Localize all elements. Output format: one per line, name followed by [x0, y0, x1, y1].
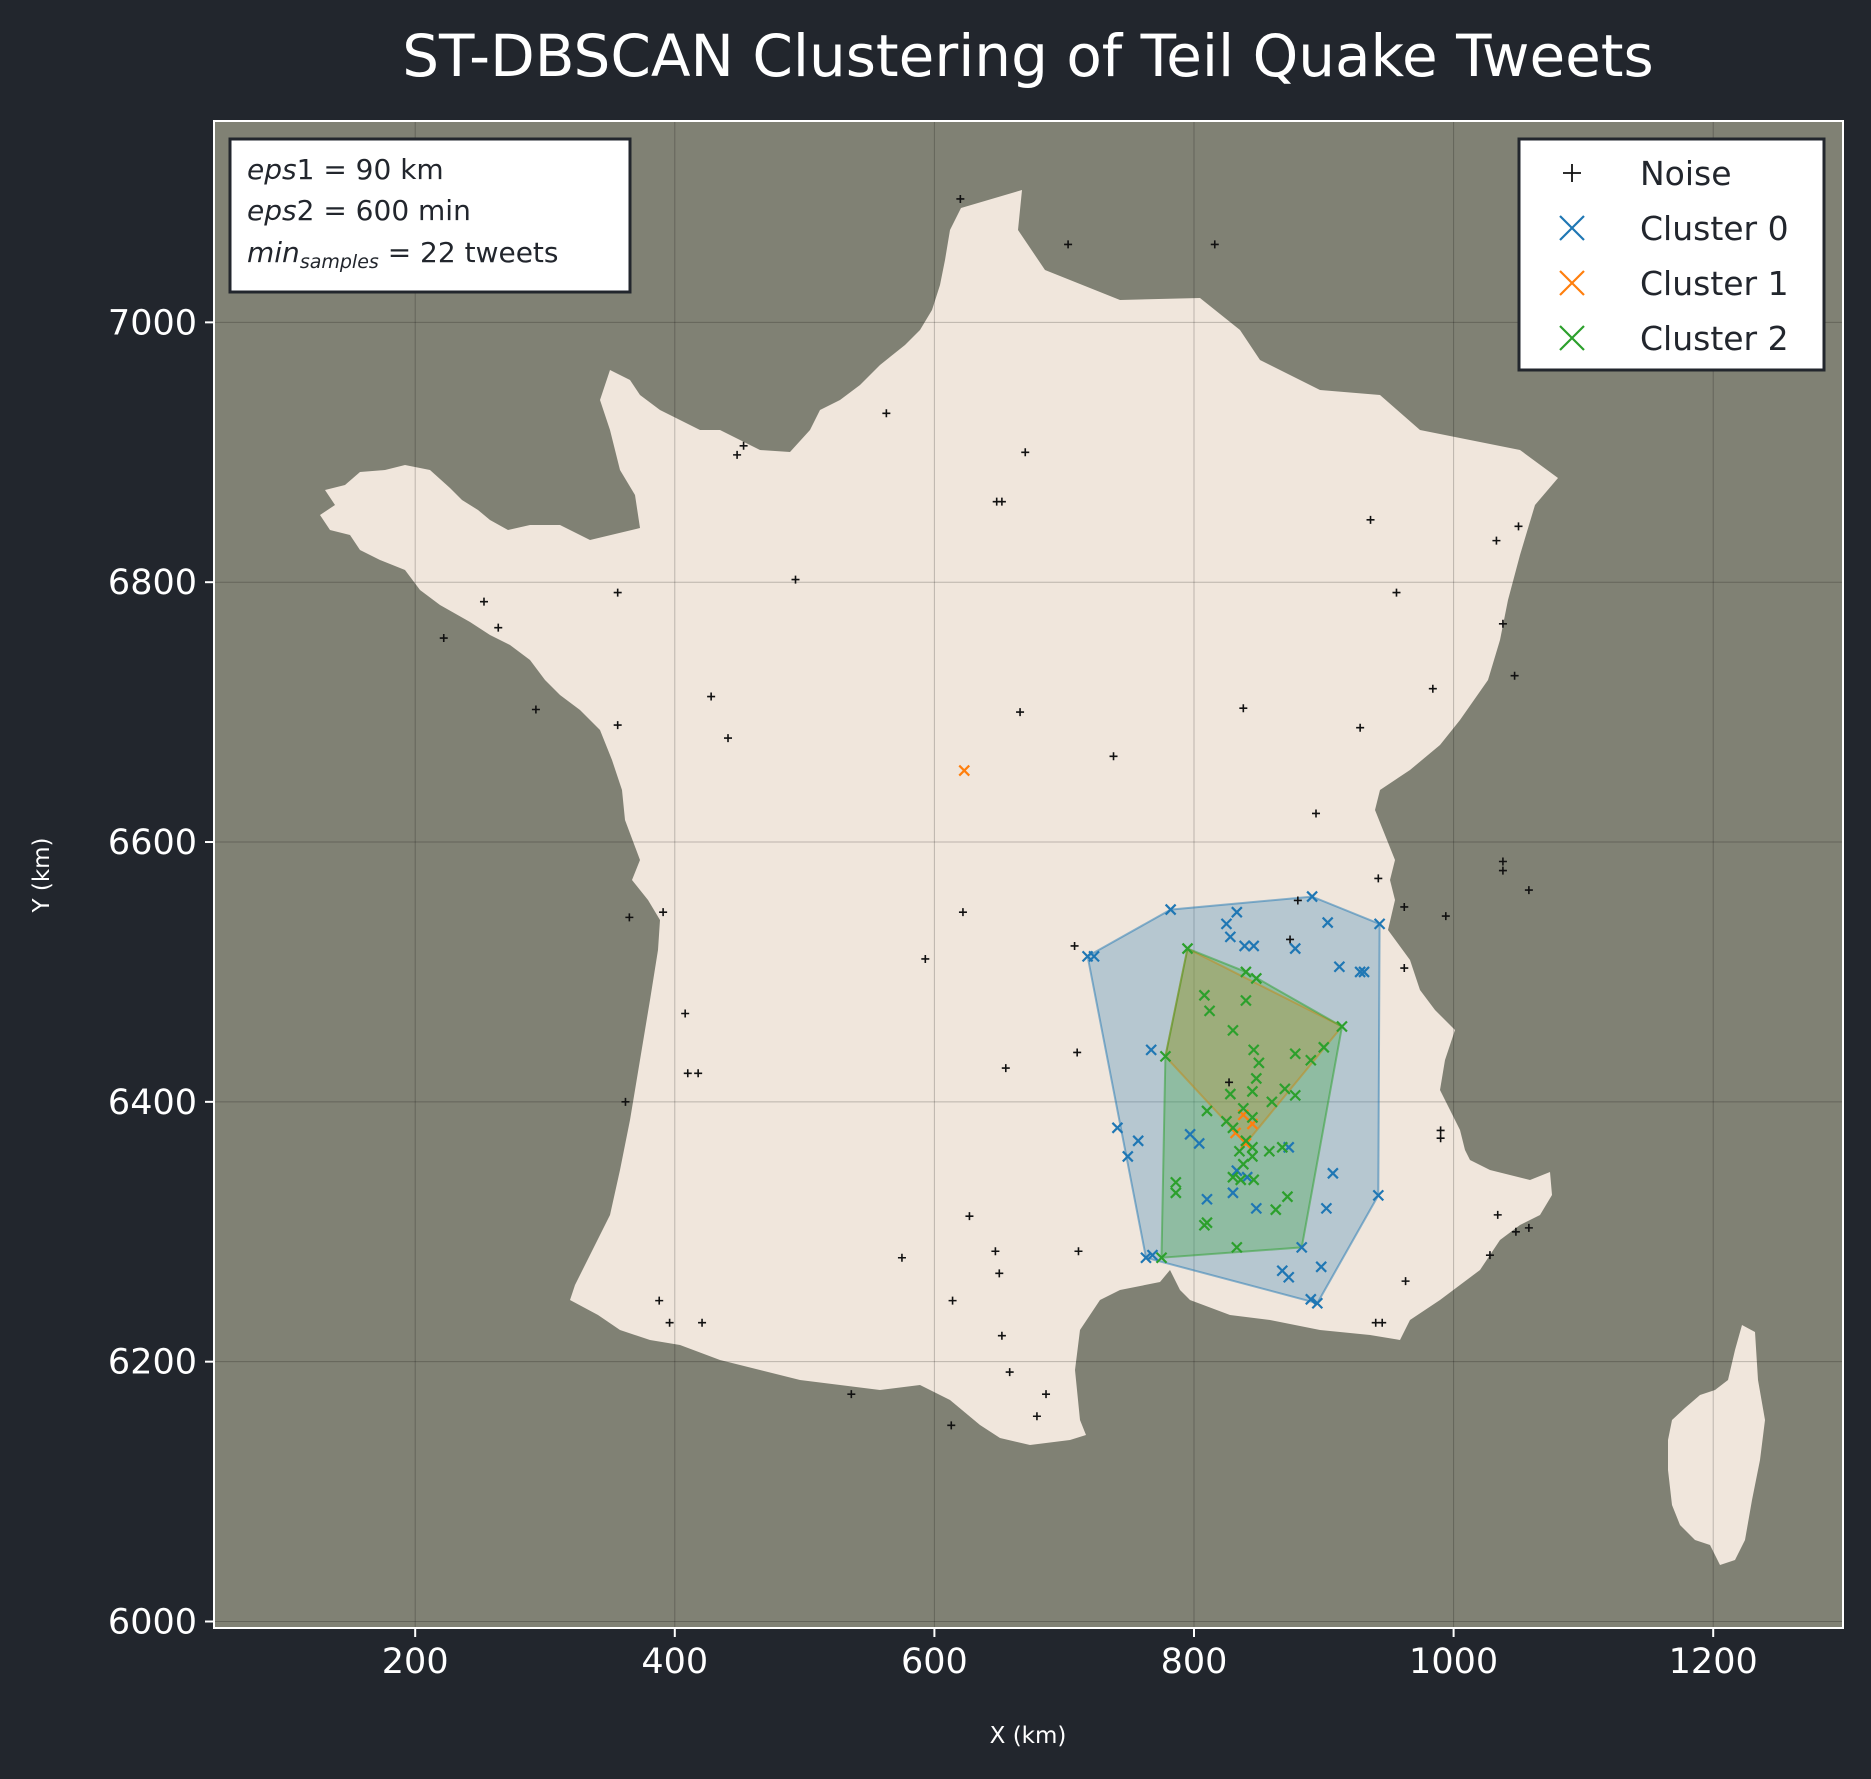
x-tick-label: 400 — [641, 1642, 708, 1682]
annotation-eps1-value: = 90 km — [314, 153, 443, 186]
legend-label-cluster-1: Cluster 1 — [1640, 264, 1789, 303]
annotation-eps1: eps1 = 90 km — [247, 153, 444, 186]
x-tick-label: 800 — [1161, 1642, 1228, 1682]
chart: ST-DBSCAN Clustering of Teil Quake Tweet… — [0, 0, 1871, 1779]
legend-label-cluster-2: Cluster 2 — [1640, 319, 1789, 358]
annotation-eps2-value: = 600 min — [314, 194, 470, 227]
annotation-eps2-main: 2 — [297, 194, 315, 227]
annotation-min-prefix: min — [247, 236, 300, 269]
chart-title: ST-DBSCAN Clustering of Teil Quake Tweet… — [402, 22, 1654, 90]
annotation-min-sub: samples — [300, 251, 379, 273]
parameter-annotation-box: eps1 = 90 km eps2 = 600 min minsamples =… — [228, 137, 632, 294]
x-axis-label: X (km) — [990, 1723, 1067, 1749]
x-tick-label: 1200 — [1669, 1642, 1758, 1682]
x-tick-label: 1000 — [1409, 1642, 1498, 1682]
annotation-min-value: = 22 tweets — [379, 236, 559, 269]
legend: Noise Cluster 0 Cluster 1 Cluster 2 — [1517, 137, 1826, 372]
y-tick-label: 6000 — [108, 1603, 197, 1643]
annotation-eps2: eps2 = 600 min — [247, 194, 471, 227]
annotation-eps2-prefix: eps — [247, 194, 297, 227]
y-tick-label: 6800 — [108, 563, 197, 603]
x-tick-label: 200 — [382, 1642, 449, 1682]
y-tick-label: 6200 — [108, 1343, 197, 1383]
x-tick-label: 600 — [901, 1642, 968, 1682]
y-tick-label: 7000 — [108, 303, 197, 343]
legend-label-noise: Noise — [1640, 154, 1732, 193]
y-tick-label: 6400 — [108, 1083, 197, 1123]
legend-label-cluster-0: Cluster 0 — [1640, 209, 1789, 248]
y-tick-label: 6600 — [108, 823, 197, 863]
y-axis-label: Y (km) — [29, 837, 55, 913]
annotation-eps1-prefix: eps — [247, 153, 297, 186]
annotation-min-samples: minsamples = 22 tweets — [247, 236, 559, 273]
annotation-eps1-main: 1 — [297, 153, 315, 186]
